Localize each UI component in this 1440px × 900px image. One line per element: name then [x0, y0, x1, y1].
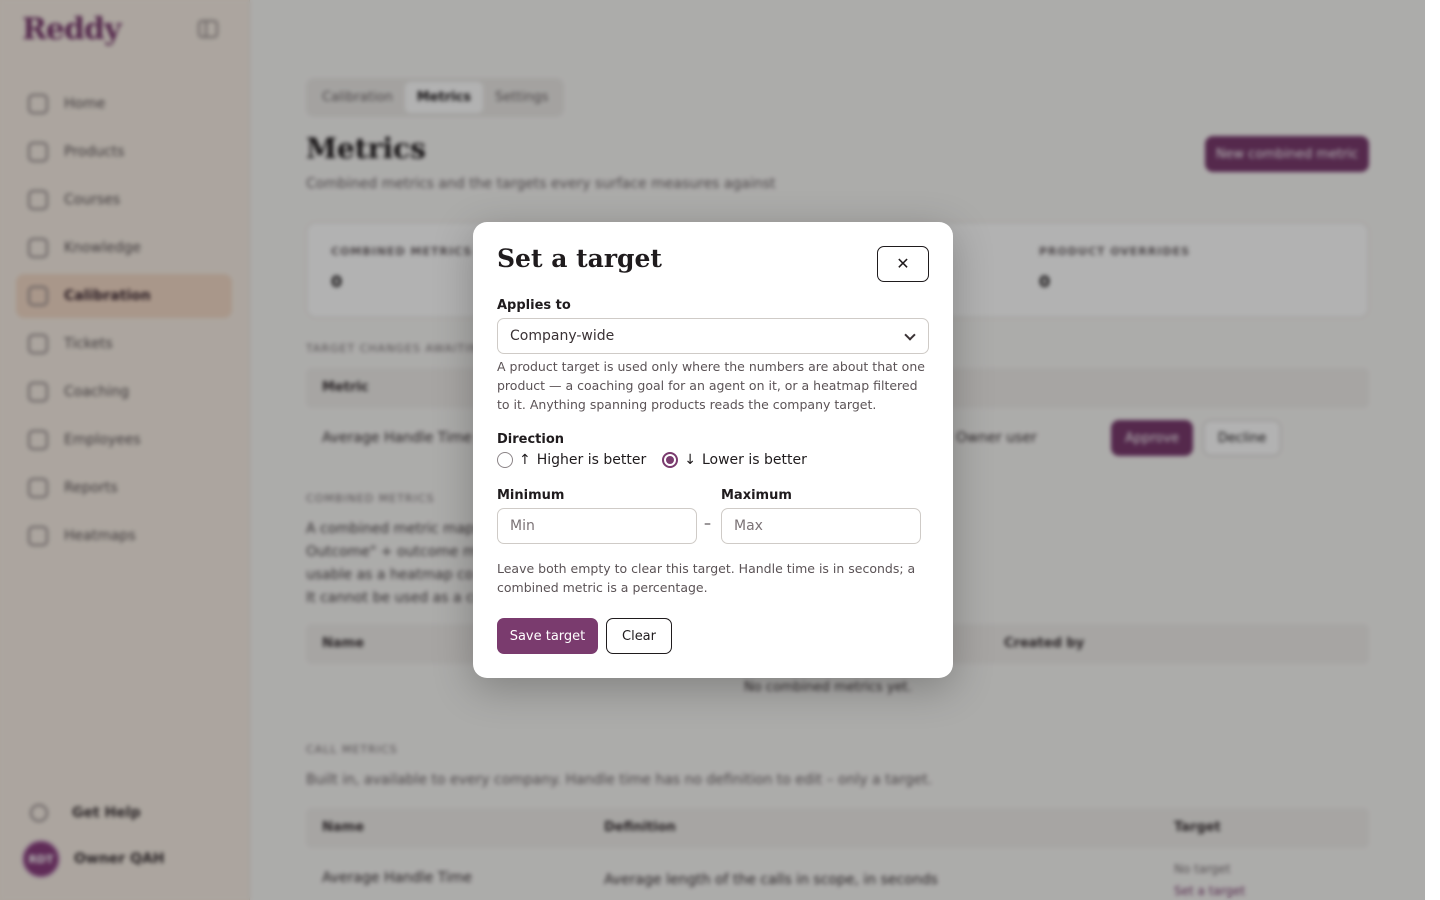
applies-to-label: Applies to: [497, 298, 571, 313]
scrollbar[interactable]: [1425, 0, 1440, 900]
arrow-up-icon: ↑: [519, 452, 531, 468]
direction-lower-label: Lower is better: [701, 452, 807, 468]
maximum-input[interactable]: [721, 508, 921, 544]
save-target-button[interactable]: Save target: [497, 618, 598, 654]
applies-to-select[interactable]: Company-wide: [497, 318, 929, 354]
direction-radio-group: ↑ Higher is better ↓ Lower is better: [497, 452, 823, 468]
range-dash: –: [704, 516, 711, 532]
radio-lower[interactable]: [662, 452, 679, 468]
range-help: Leave both empty to clear this target. H…: [497, 561, 916, 595]
minimum-label: Minimum: [497, 488, 565, 503]
direction-higher-option[interactable]: ↑ Higher is better: [497, 452, 646, 468]
set-target-dialog: Set a target ✕ Applies to Company-wide A…: [473, 222, 953, 678]
applies-to-value: Company-wide: [510, 328, 615, 344]
close-button[interactable]: ✕: [877, 246, 929, 282]
direction-lower-option[interactable]: ↓ Lower is better: [662, 452, 807, 468]
direction-label: Direction: [497, 432, 565, 447]
maximum-label: Maximum: [721, 488, 792, 503]
applies-to-help: A product target is used only where the …: [497, 359, 925, 412]
dialog-title: Set a target: [497, 244, 662, 273]
chevron-down-icon: [904, 329, 916, 341]
radio-higher[interactable]: [497, 452, 513, 468]
clear-button[interactable]: Clear: [606, 618, 672, 654]
arrow-down-icon: ↓: [684, 452, 696, 468]
minimum-input[interactable]: [497, 508, 697, 544]
close-icon: ✕: [896, 256, 910, 273]
direction-higher-label: Higher is better: [536, 452, 647, 468]
